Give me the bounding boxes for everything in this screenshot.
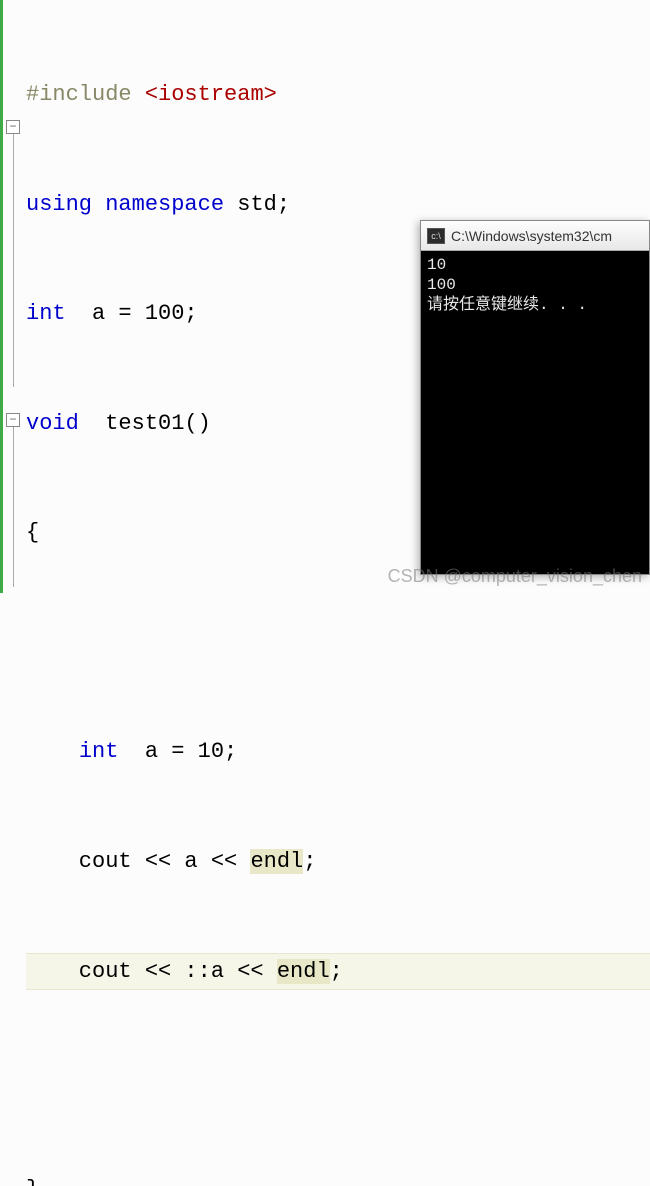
- current-line: cout << ::a << endl;: [26, 953, 650, 990]
- terminal-title: C:\Windows\system32\cm: [451, 228, 612, 244]
- code-line: int a = 10;: [26, 734, 650, 771]
- code-line: [26, 1063, 650, 1100]
- watermark: CSDN @computer_vision_chen: [388, 566, 642, 587]
- gutter: − −: [0, 0, 26, 593]
- terminal-output: 10 100 请按任意键继续. . .: [421, 251, 649, 319]
- code-line: #include <iostream>: [26, 77, 650, 114]
- code-line: [26, 625, 650, 662]
- fold-guide-2: [13, 427, 14, 587]
- terminal-titlebar[interactable]: c:\ C:\Windows\system32\cm: [421, 221, 649, 251]
- output-line: 10: [427, 255, 643, 275]
- highlight-endl: endl: [277, 959, 330, 984]
- output-line: 请按任意键继续. . .: [427, 295, 643, 315]
- fold-toggle-test01[interactable]: −: [6, 120, 20, 134]
- code-line: using namespace std;: [26, 187, 650, 224]
- code-line: cout << a << endl;: [26, 844, 650, 881]
- output-line: 100: [427, 275, 643, 295]
- terminal-window[interactable]: c:\ C:\Windows\system32\cm 10 100 请按任意键继…: [420, 220, 650, 575]
- fold-toggle-main[interactable]: −: [6, 413, 20, 427]
- fold-guide-1: [13, 134, 14, 387]
- code-line: }: [26, 1172, 650, 1186]
- highlight-endl: endl: [250, 849, 303, 874]
- cmd-icon: c:\: [427, 228, 445, 244]
